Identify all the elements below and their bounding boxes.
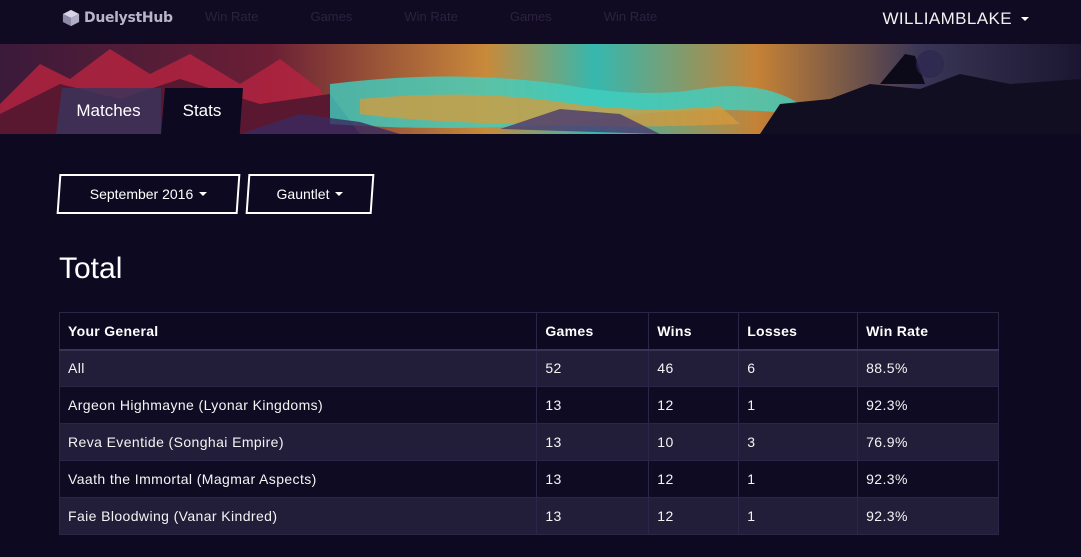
month-filter-label: September 2016 bbox=[89, 186, 194, 202]
cell-wins: 12 bbox=[648, 460, 740, 498]
mode-filter-label: Gauntlet bbox=[276, 186, 330, 202]
nav-link[interactable]: Games bbox=[310, 9, 352, 24]
top-navbar: DuelystHub Win Rate Games Win Rate Games… bbox=[0, 0, 1081, 44]
section-title: Total bbox=[59, 252, 123, 285]
cell-general: Argeon Highmayne (Lyonar Kingdoms) bbox=[58, 386, 538, 424]
cell-win-rate: 92.3% bbox=[857, 386, 999, 424]
cell-games: 13 bbox=[536, 423, 650, 461]
tab-stats[interactable]: Stats bbox=[161, 88, 243, 134]
cell-wins: 12 bbox=[648, 497, 740, 535]
cell-losses: 1 bbox=[738, 497, 859, 535]
cell-general: Reva Eventide (Songhai Empire) bbox=[58, 423, 538, 461]
nav-link[interactable]: Win Rate bbox=[205, 9, 258, 24]
view-tabs: Matches Stats bbox=[56, 88, 243, 134]
cell-losses: 1 bbox=[738, 460, 859, 498]
cell-wins: 46 bbox=[648, 349, 740, 387]
cell-win-rate: 88.5% bbox=[857, 349, 999, 387]
cell-general: Faie Bloodwing (Vanar Kindred) bbox=[58, 497, 538, 535]
logo[interactable]: DuelystHub bbox=[62, 7, 173, 29]
table-row: Faie Bloodwing (Vanar Kindred) 13 12 1 9… bbox=[58, 497, 999, 535]
cell-win-rate: 92.3% bbox=[857, 460, 999, 498]
nav-link[interactable]: Win Rate bbox=[604, 9, 657, 24]
mode-filter-dropdown[interactable]: Gauntlet bbox=[245, 174, 375, 214]
nav-link[interactable]: Games bbox=[510, 9, 552, 24]
cell-wins: 12 bbox=[648, 386, 740, 424]
table-row: Argeon Highmayne (Lyonar Kingdoms) 13 12… bbox=[58, 386, 999, 424]
cell-wins: 10 bbox=[648, 423, 740, 461]
general-stats-table: Your General Games Wins Losses Win Rate … bbox=[58, 312, 999, 535]
chevron-down-icon bbox=[199, 192, 208, 196]
month-filter-dropdown[interactable]: September 2016 bbox=[56, 174, 241, 214]
chevron-down-icon bbox=[1021, 17, 1029, 21]
logo-text: DuelystHub bbox=[84, 10, 173, 26]
cell-general: Vaath the Immortal (Magmar Aspects) bbox=[58, 460, 538, 498]
user-menu-dropdown[interactable]: WILLIAMBLAKE bbox=[882, 9, 1029, 29]
column-header-win-rate[interactable]: Win Rate bbox=[857, 312, 999, 351]
column-header-general[interactable]: Your General bbox=[58, 312, 538, 351]
cell-games: 13 bbox=[536, 386, 650, 424]
column-header-games[interactable]: Games bbox=[536, 312, 650, 351]
column-header-losses[interactable]: Losses bbox=[738, 312, 859, 351]
user-name: WILLIAMBLAKE bbox=[882, 9, 1012, 28]
nav-link[interactable]: Win Rate bbox=[404, 9, 457, 24]
cell-losses: 6 bbox=[738, 349, 859, 387]
cell-general: All bbox=[58, 349, 538, 387]
table-row: All 52 46 6 88.5% bbox=[58, 349, 999, 387]
nav-links: Win Rate Games Win Rate Games Win Rate bbox=[205, 9, 709, 24]
cell-losses: 1 bbox=[738, 386, 859, 424]
cell-win-rate: 92.3% bbox=[857, 497, 999, 535]
cell-win-rate: 76.9% bbox=[857, 423, 999, 461]
table-header-row: Your General Games Wins Losses Win Rate bbox=[58, 312, 999, 351]
cell-games: 13 bbox=[536, 460, 650, 498]
table-row: Reva Eventide (Songhai Empire) 13 10 3 7… bbox=[58, 423, 999, 461]
tab-matches[interactable]: Matches bbox=[56, 88, 161, 134]
cell-games: 13 bbox=[536, 497, 650, 535]
cell-games: 52 bbox=[536, 349, 650, 387]
table-row: Vaath the Immortal (Magmar Aspects) 13 1… bbox=[58, 460, 999, 498]
chevron-down-icon bbox=[335, 192, 344, 196]
cell-losses: 3 bbox=[738, 423, 859, 461]
cube-logo-icon bbox=[62, 9, 80, 27]
column-header-wins[interactable]: Wins bbox=[648, 312, 740, 351]
